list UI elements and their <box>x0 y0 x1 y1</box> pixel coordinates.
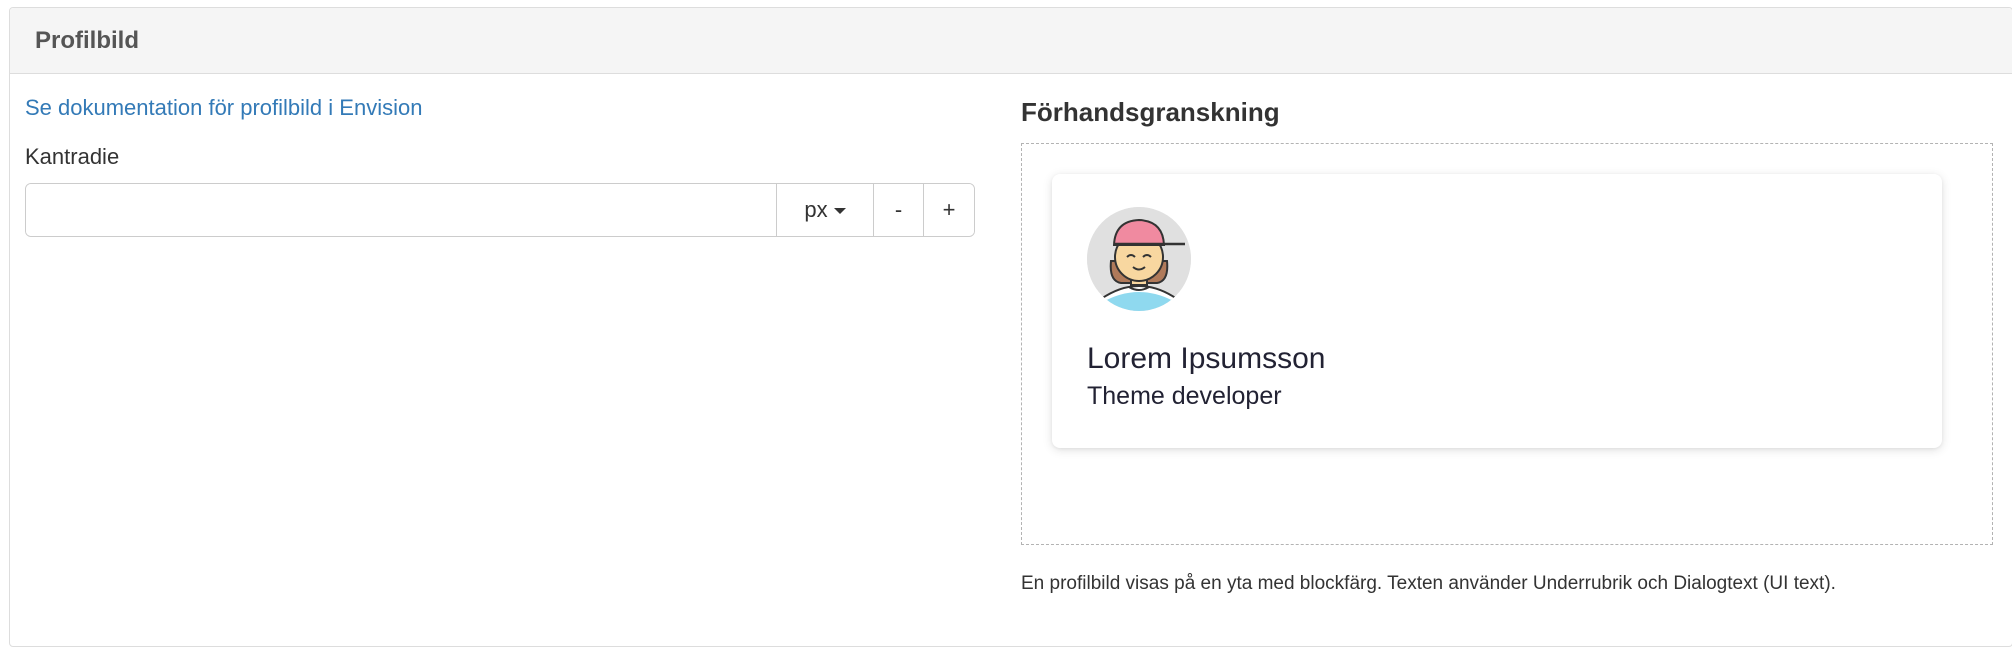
unit-dropdown-button[interactable]: px <box>776 184 873 236</box>
profile-role: Theme developer <box>1087 382 1282 410</box>
profile-card: Lorem Ipsumsson Theme developer <box>1052 174 1942 448</box>
preview-help-text: En profilbild visas på en yta med blockf… <box>1021 573 1836 594</box>
caret-down-icon <box>833 208 846 214</box>
panel-heading: Profilbild <box>10 8 2012 74</box>
increment-button[interactable]: + <box>923 184 974 236</box>
person-avatar-icon <box>1087 207 1191 311</box>
profile-name: Lorem Ipsumsson <box>1087 342 1326 375</box>
preview-area: Lorem Ipsumsson Theme developer <box>1021 143 1993 545</box>
border-radius-input-group: px - + <box>25 183 975 237</box>
preview-title: Förhandsgranskning <box>1021 97 1280 127</box>
documentation-link[interactable]: Se dokumentation för profilbild i Envisi… <box>25 95 422 121</box>
settings-column: Se dokumentation för profilbild i Envisi… <box>25 95 975 237</box>
border-radius-label: Kantradie <box>25 144 120 169</box>
panel-title: Profilbild <box>35 26 139 54</box>
preview-column: Förhandsgranskning Lorem Ipsumsson Theme… <box>1021 97 1993 595</box>
border-radius-input[interactable] <box>26 184 776 236</box>
unit-label: px <box>804 197 828 222</box>
decrement-button[interactable]: - <box>873 184 923 236</box>
